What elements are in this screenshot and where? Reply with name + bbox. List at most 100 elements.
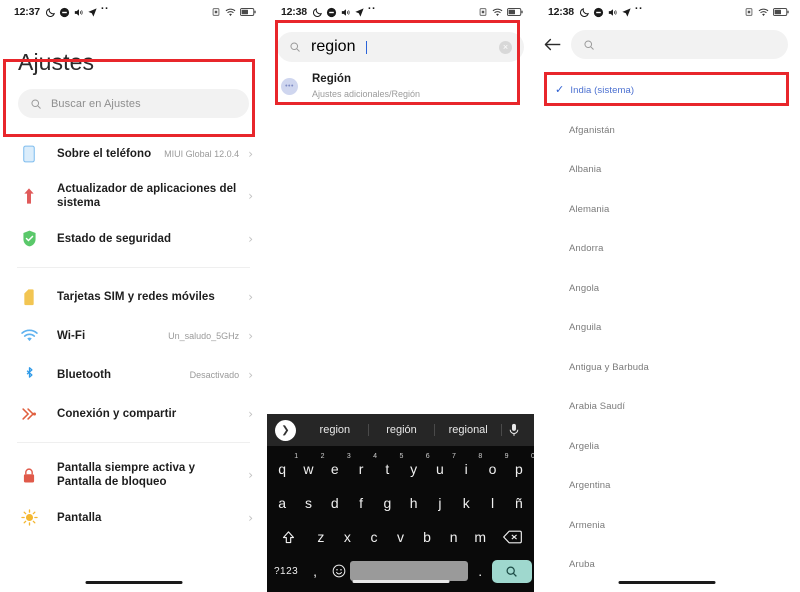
space-bar — [350, 561, 469, 581]
key-g[interactable]: g — [374, 487, 400, 519]
keyboard-row-1: 1q 2w 3e 4r 5t 6y 7u 8i 9o 0p — [269, 452, 534, 486]
volume-icon — [340, 7, 351, 18]
volume-icon — [73, 7, 84, 18]
backspace-icon[interactable] — [493, 521, 532, 553]
vibrate-icon — [478, 7, 488, 17]
chevron-right-icon: › — [248, 231, 253, 246]
country-row[interactable]: Aruba — [534, 545, 800, 585]
settings-item-about-phone[interactable]: Sobre el teléfono MIUI Global 12.0.4 › — [0, 134, 267, 173]
status-time: 12:38 — [281, 6, 307, 18]
settings-item-always-on-lockscreen[interactable]: Pantalla siempre activa y Pantalla de bl… — [0, 452, 267, 498]
settings-list: Sobre el teléfono MIUI Global 12.0.4 › A… — [0, 134, 267, 537]
key-t[interactable]: 5t — [374, 453, 403, 485]
search-result-region[interactable]: ••• Región Ajustes adicionales/Región — [267, 62, 534, 110]
country-row[interactable]: Antigua y Barbuda — [534, 348, 800, 388]
search-input[interactable]: Buscar en Ajustes — [18, 89, 249, 119]
key-comma[interactable]: , — [303, 555, 327, 587]
search-input[interactable]: region × — [277, 32, 524, 62]
suggestion-1[interactable]: region — [302, 424, 369, 436]
key-k[interactable]: k — [453, 487, 479, 519]
key-enye[interactable]: ñ — [506, 487, 532, 519]
microphone-icon[interactable] — [502, 423, 526, 437]
key-v[interactable]: v — [387, 521, 414, 553]
key-i[interactable]: 8i — [453, 453, 483, 485]
settings-item-security-status[interactable]: Estado de seguridad › — [0, 219, 267, 258]
country-row[interactable]: Armenia — [534, 506, 800, 546]
page-title: Ajustes — [18, 49, 95, 75]
key-c[interactable]: c — [361, 521, 388, 553]
country-row[interactable]: Albania — [534, 150, 800, 190]
status-bar: 12:38 ·· — [267, 0, 534, 24]
country-row[interactable]: Anguila — [534, 308, 800, 348]
key-period[interactable]: . — [468, 555, 492, 587]
key-s[interactable]: s — [295, 487, 321, 519]
country-row[interactable]: Andorra — [534, 229, 800, 269]
shift-icon[interactable] — [269, 521, 308, 553]
clear-search-button[interactable]: × — [499, 40, 512, 54]
symbols-key[interactable]: ?123 — [269, 555, 303, 587]
country-row[interactable]: Angola — [534, 269, 800, 309]
key-label: t — [385, 461, 390, 477]
settings-item-label: Pantalla — [57, 511, 102, 524]
settings-item-sim-networks[interactable]: Tarjetas SIM y redes móviles › — [0, 277, 267, 316]
key-u[interactable]: 7u — [427, 453, 456, 485]
key-a[interactable]: a — [269, 487, 295, 519]
country-row[interactable]: Argentina — [534, 466, 800, 506]
key-label: r — [358, 461, 364, 477]
chevron-right-icon: › — [248, 367, 253, 382]
key-label: u — [436, 461, 444, 477]
key-x[interactable]: x — [334, 521, 361, 553]
search-icon — [30, 98, 42, 110]
country-row[interactable]: Argelia — [534, 427, 800, 467]
status-left-icons: ·· — [312, 3, 376, 18]
country-row[interactable]: Alemania — [534, 190, 800, 230]
chevron-right-icon[interactable]: ❯ — [275, 419, 296, 441]
enter-button — [491, 559, 532, 583]
status-left-icons: ·· — [579, 3, 643, 18]
suggestion-3[interactable]: regional — [435, 424, 503, 436]
settings-item-label: Sobre el teléfono — [57, 147, 152, 160]
key-b[interactable]: b — [414, 521, 441, 553]
key-m[interactable]: m — [467, 521, 494, 553]
suggestion-2[interactable]: región — [369, 424, 436, 436]
key-o[interactable]: 9o — [479, 453, 509, 485]
keyboard-row-2: a s d f g h j k l ñ — [269, 486, 532, 520]
settings-item-connection-sharing[interactable]: Conexión y compartir › — [0, 394, 267, 433]
key-z[interactable]: z — [308, 521, 335, 553]
settings-item-display[interactable]: Pantalla › — [0, 498, 267, 537]
emoji-icon[interactable] — [327, 555, 351, 587]
country-row[interactable]: Arabia Saudí — [534, 387, 800, 427]
key-w[interactable]: 2w — [295, 453, 324, 485]
settings-item-bluetooth[interactable]: Bluetooth Desactivado › — [0, 355, 267, 394]
status-bar: 12:38 ·· — [534, 0, 800, 24]
country-row-selected[interactable]: ✓ India (sistema) — [534, 71, 800, 111]
settings-item-value: Un_saludo_5GHz — [168, 330, 240, 341]
key-h[interactable]: h — [401, 487, 427, 519]
lock-icon — [17, 467, 41, 484]
settings-item-system-app-updater[interactable]: Actualizador de aplicaciones del sistema… — [0, 173, 267, 219]
status-right-icons — [744, 7, 789, 18]
country-label: India (sistema) — [570, 85, 635, 97]
key-p[interactable]: 0p — [506, 453, 534, 485]
chevron-right-icon: › — [248, 406, 253, 421]
moon-icon — [45, 7, 56, 18]
search-enter-icon[interactable] — [491, 555, 532, 587]
key-y[interactable]: 6y — [401, 453, 430, 485]
status-time: 12:37 — [14, 6, 40, 18]
settings-item-label: Wi-Fi — [57, 329, 86, 342]
key-n[interactable]: n — [440, 521, 467, 553]
key-j[interactable]: j — [427, 487, 453, 519]
key-r[interactable]: 4r — [348, 453, 377, 485]
back-arrow-icon[interactable] — [544, 37, 561, 52]
settings-item-wifi[interactable]: Wi-Fi Un_saludo_5GHz › — [0, 316, 267, 355]
search-input[interactable] — [571, 30, 788, 59]
country-row[interactable]: Afganistán — [534, 111, 800, 151]
key-d[interactable]: d — [322, 487, 348, 519]
key-l[interactable]: l — [479, 487, 505, 519]
key-f[interactable]: f — [348, 487, 374, 519]
search-icon — [583, 39, 595, 51]
key-q[interactable]: 1q — [269, 453, 298, 485]
key-e[interactable]: 3e — [322, 453, 351, 485]
wifi-icon — [492, 7, 503, 18]
location-icon — [87, 7, 98, 18]
